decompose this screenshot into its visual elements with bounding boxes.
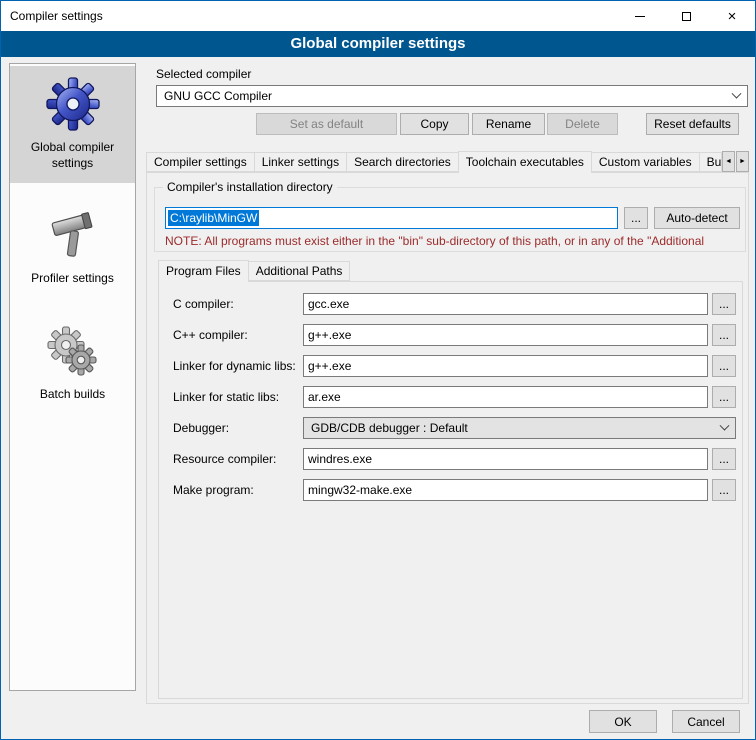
arrow-left-icon: ◄	[725, 158, 732, 165]
selected-compiler-dropdown[interactable]: GNU GCC Compiler	[156, 85, 748, 107]
set-as-default-button[interactable]: Set as default	[256, 113, 397, 135]
install-dir-input[interactable]: C:\raylib\MinGW	[165, 207, 618, 229]
dialog-header-title: Global compiler settings	[1, 31, 755, 57]
cancel-button[interactable]: Cancel	[672, 710, 740, 733]
sidebar-item-batch-builds[interactable]: Batch builds	[10, 313, 135, 415]
sidebar-item-label: Profiler settings	[12, 271, 133, 287]
debugger-dropdown[interactable]: GDB/CDB debugger : Default	[303, 417, 736, 439]
tab-compiler-settings[interactable]: Compiler settings	[146, 152, 255, 172]
titlebar[interactable]: Compiler settings ×	[1, 1, 755, 31]
copy-button[interactable]: Copy	[400, 113, 469, 135]
dynamic-linker-browse-button[interactable]: ...	[712, 355, 736, 377]
resource-compiler-label: Resource compiler:	[173, 452, 276, 466]
chevron-down-icon	[720, 420, 730, 430]
chevron-down-icon	[732, 88, 742, 98]
sidebar-item-profiler-settings[interactable]: Profiler settings	[10, 197, 135, 299]
tab-additional-paths[interactable]: Additional Paths	[248, 261, 351, 281]
selected-compiler-value: GNU GCC Compiler	[164, 89, 272, 103]
static-linker-row: Linker for static libs: ...	[159, 386, 742, 408]
batch-gears-icon	[45, 323, 101, 379]
window-controls: ×	[617, 1, 755, 31]
arrow-right-icon: ►	[739, 158, 746, 165]
make-program-label: Make program:	[173, 483, 254, 497]
dynamic-linker-label: Linker for dynamic libs:	[173, 359, 296, 373]
maximize-icon	[682, 12, 691, 21]
resource-compiler-input[interactable]	[303, 448, 708, 470]
blue-gear-icon	[45, 76, 101, 132]
minimize-icon	[635, 16, 645, 17]
reset-defaults-button[interactable]: Reset defaults	[646, 113, 739, 135]
program-files-tabstrip: Program Files Additional Paths	[158, 260, 350, 282]
settings-sidebar: Global compiler settings Profiler settin…	[9, 63, 136, 691]
tab-custom-variables[interactable]: Custom variables	[591, 152, 700, 172]
tab-build-options[interactable]: Build	[699, 152, 722, 172]
window-title: Compiler settings	[10, 9, 103, 23]
sidebar-item-label: Global compiler settings	[12, 140, 133, 171]
sidebar-item-global-compiler-settings[interactable]: Global compiler settings	[10, 66, 135, 183]
c-compiler-row: C compiler: ...	[159, 293, 742, 315]
debugger-row: Debugger: GDB/CDB debugger : Default	[159, 417, 742, 439]
cpp-compiler-browse-button[interactable]: ...	[712, 324, 736, 346]
rename-button[interactable]: Rename	[472, 113, 545, 135]
cpp-compiler-input[interactable]	[303, 324, 708, 346]
dynamic-linker-row: Linker for dynamic libs: ...	[159, 355, 742, 377]
resource-compiler-browse-button[interactable]: ...	[712, 448, 736, 470]
dynamic-linker-input[interactable]	[303, 355, 708, 377]
bin-subdirectory-note: NOTE: All programs must exist either in …	[165, 234, 745, 248]
tab-linker-settings[interactable]: Linker settings	[254, 152, 347, 172]
auto-detect-button[interactable]: Auto-detect	[654, 207, 740, 229]
ok-button[interactable]: OK	[589, 710, 657, 733]
c-compiler-label: C compiler:	[173, 297, 234, 311]
close-button[interactable]: ×	[709, 1, 755, 31]
tab-search-directories[interactable]: Search directories	[346, 152, 459, 172]
close-icon: ×	[728, 9, 737, 24]
debugger-label: Debugger:	[173, 421, 229, 435]
installation-directory-group: Compiler's installation directory C:\ray…	[154, 187, 746, 252]
cpp-compiler-row: C++ compiler: ...	[159, 324, 742, 346]
make-program-browse-button[interactable]: ...	[712, 479, 736, 501]
static-linker-browse-button[interactable]: ...	[712, 386, 736, 408]
minimize-button[interactable]	[617, 1, 663, 31]
c-compiler-input[interactable]	[303, 293, 708, 315]
selected-compiler-label: Selected compiler	[156, 67, 251, 81]
make-program-row: Make program: ...	[159, 479, 742, 501]
installation-directory-group-title: Compiler's installation directory	[163, 180, 337, 194]
resource-compiler-row: Resource compiler: ...	[159, 448, 742, 470]
toolchain-executables-page: Compiler's installation directory C:\ray…	[146, 172, 749, 704]
cpp-compiler-label: C++ compiler:	[173, 328, 248, 342]
c-compiler-browse-button[interactable]: ...	[712, 293, 736, 315]
tab-program-files[interactable]: Program Files	[158, 260, 249, 282]
tab-scroll-left-button[interactable]: ◄	[722, 151, 735, 172]
program-files-panel: C compiler: ... C++ compiler: ... Linker…	[158, 281, 743, 699]
maximize-button[interactable]	[663, 1, 709, 31]
sidebar-item-label: Batch builds	[12, 387, 133, 403]
tab-toolchain-executables[interactable]: Toolchain executables	[458, 151, 592, 173]
make-program-input[interactable]	[303, 479, 708, 501]
profiler-tool-icon	[45, 207, 101, 263]
tab-scroll-right-button[interactable]: ►	[736, 151, 749, 172]
install-dir-value: C:\raylib\MinGW	[168, 210, 259, 226]
delete-button[interactable]: Delete	[547, 113, 618, 135]
settings-tabstrip: Compiler settings Linker settings Search…	[146, 151, 749, 173]
install-dir-browse-button[interactable]: ...	[624, 207, 648, 229]
static-linker-label: Linker for static libs:	[173, 390, 279, 404]
debugger-value: GDB/CDB debugger : Default	[311, 421, 468, 435]
static-linker-input[interactable]	[303, 386, 708, 408]
compiler-settings-window: Compiler settings × Global compiler sett…	[0, 0, 756, 740]
